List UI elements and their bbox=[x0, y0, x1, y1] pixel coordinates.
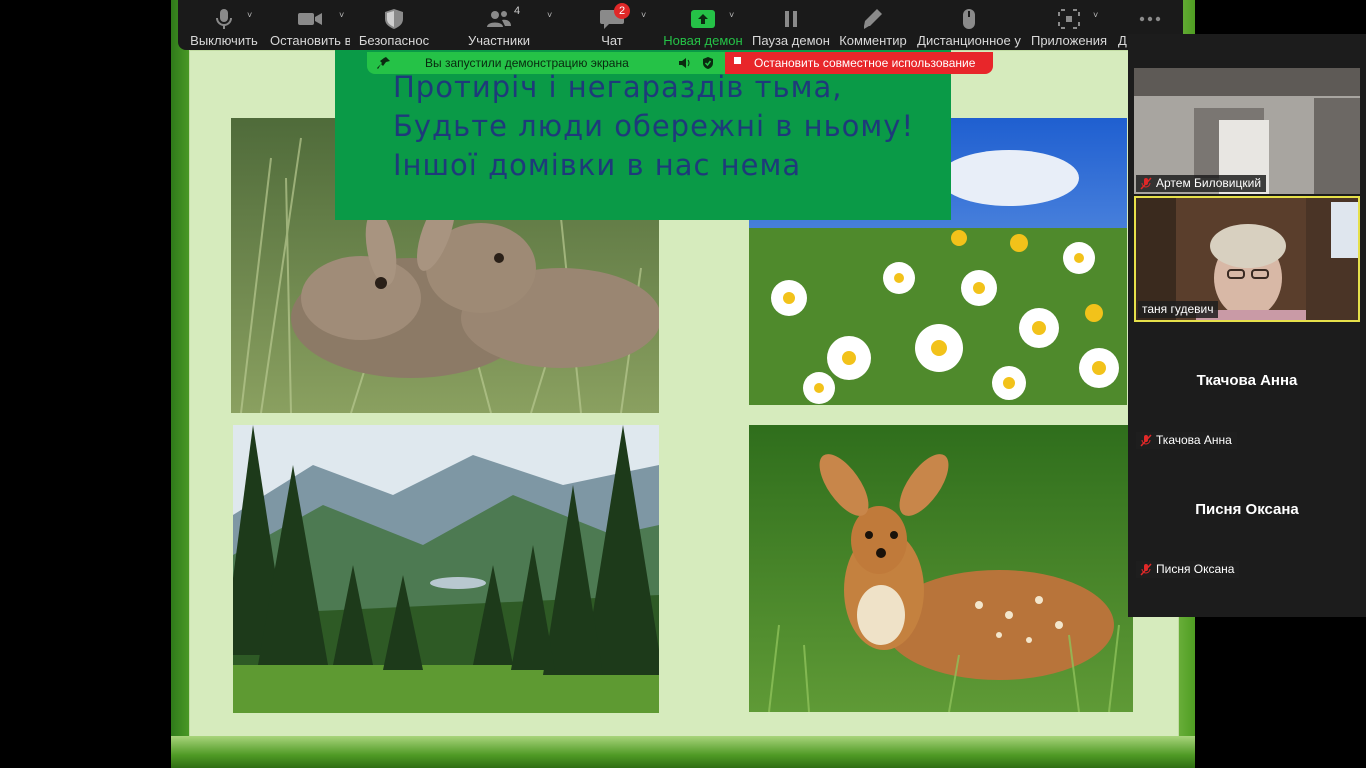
participant-tile[interactable]: Артем Биловицкий bbox=[1134, 68, 1360, 194]
pause-share-label: Пауза демон bbox=[752, 33, 830, 48]
chevron-up-icon[interactable]: ˅ bbox=[1093, 10, 1098, 20]
chat-unread-badge: 2 bbox=[614, 3, 630, 19]
chevron-up-icon[interactable]: ˅ bbox=[547, 10, 552, 20]
shield-check-icon[interactable] bbox=[701, 56, 715, 70]
muted-mic-icon bbox=[1140, 177, 1152, 190]
chat-label: Чат bbox=[601, 33, 623, 48]
participants-icon bbox=[487, 11, 511, 27]
participants-count: 4 bbox=[514, 5, 521, 17]
chevron-up-icon[interactable]: ˅ bbox=[247, 10, 252, 20]
sharing-status-text: Вы запустили демонстрацию экрана bbox=[425, 56, 629, 70]
shared-screen-slide: Протиріч і негараздів тьма, Будьте люди … bbox=[171, 0, 1195, 768]
mute-label: Выключить bbox=[190, 33, 258, 48]
mouse-icon bbox=[963, 9, 975, 29]
participant-gallery: Артем Биловицкий таня гудевич Ткачова Ан… bbox=[1128, 34, 1366, 617]
chevron-up-icon[interactable]: ˅ bbox=[729, 10, 734, 20]
slide-bottom-grass bbox=[171, 736, 1195, 768]
fawn-photo bbox=[749, 425, 1133, 712]
speaker-icon[interactable] bbox=[678, 56, 692, 70]
muted-mic-icon bbox=[1140, 434, 1152, 447]
muted-mic-icon bbox=[1140, 563, 1152, 576]
mountain-forest-photo bbox=[233, 425, 659, 713]
participant-tile[interactable]: Ткачова Анна Ткачова Анна bbox=[1134, 325, 1360, 451]
pause-icon bbox=[785, 11, 797, 27]
stop-video-label: Остановить в bbox=[270, 33, 350, 48]
poem-line-2: Будьте люди обережні в ньому! bbox=[393, 109, 915, 143]
meeting-toolbar: Выключить ˅ Остановить в ˅ Безопаснос Уч… bbox=[178, 0, 1183, 50]
apps-button[interactable]: Приложения bbox=[1030, 0, 1108, 50]
share-screen-icon bbox=[691, 10, 715, 28]
more-icon bbox=[1139, 16, 1160, 22]
stop-square-icon bbox=[734, 57, 741, 64]
security-label: Безопаснос bbox=[358, 33, 430, 48]
stop-video-button[interactable]: Остановить в bbox=[270, 0, 350, 50]
annotate-pencil-icon bbox=[864, 9, 882, 29]
participant-name: таня гудевич bbox=[1142, 302, 1214, 316]
new-share-button[interactable]: Новая демон bbox=[662, 0, 744, 50]
participants-button[interactable]: Участники bbox=[464, 0, 534, 50]
stop-share-button[interactable]: Остановить совместное использование bbox=[725, 52, 993, 74]
mute-button[interactable]: Выключить bbox=[186, 0, 262, 50]
poem-line-3: Іншої домівки в нас нема bbox=[393, 148, 802, 182]
remote-control-label: Дистанционное у bbox=[917, 33, 1021, 48]
chevron-up-icon[interactable]: ˅ bbox=[339, 10, 344, 20]
stop-share-label: Остановить совместное использование bbox=[754, 56, 976, 70]
security-button[interactable]: Безопаснос bbox=[358, 0, 430, 50]
sharing-status-banner[interactable]: Вы запустили демонстрацию экрана bbox=[367, 52, 725, 74]
participant-display-name: Писня Оксана bbox=[1195, 501, 1299, 518]
new-share-label: Новая демон bbox=[663, 33, 743, 48]
participant-name: Писня Оксана bbox=[1156, 562, 1235, 576]
participant-tile-active-speaker[interactable]: таня гудевич bbox=[1134, 196, 1360, 322]
video-camera-icon bbox=[298, 13, 322, 25]
participant-name: Артем Биловицкий bbox=[1156, 176, 1262, 190]
pause-share-button[interactable]: Пауза демон bbox=[752, 0, 830, 50]
participant-tile[interactable]: Писня Оксана Писня Оксана bbox=[1134, 454, 1360, 580]
annotate-label: Комментир bbox=[839, 33, 907, 48]
participant-name-tag: таня гудевич bbox=[1138, 301, 1219, 318]
participant-name-tag: Ткачова Анна bbox=[1136, 432, 1237, 449]
annotate-button[interactable]: Комментир bbox=[836, 0, 910, 50]
remote-control-button[interactable]: Дистанционное у bbox=[916, 0, 1022, 50]
zoom-meeting-window: Протиріч і негараздів тьма, Будьте люди … bbox=[0, 0, 1366, 768]
participants-label: Участники bbox=[467, 33, 531, 48]
poem-text-box: Протиріч і негараздів тьма, Будьте люди … bbox=[335, 50, 951, 220]
apps-icon bbox=[1058, 9, 1080, 29]
participant-display-name: Ткачова Анна bbox=[1196, 372, 1298, 389]
shield-icon bbox=[385, 9, 403, 29]
microphone-icon bbox=[216, 9, 232, 29]
chevron-up-icon[interactable]: ˅ bbox=[641, 10, 646, 20]
participant-name-tag: Писня Оксана bbox=[1136, 561, 1240, 578]
participant-name-tag: Артем Биловицкий bbox=[1136, 175, 1267, 192]
pin-icon[interactable] bbox=[377, 56, 391, 70]
participant-name: Ткачова Анна bbox=[1156, 433, 1232, 447]
apps-label: Приложения bbox=[1030, 33, 1108, 48]
chat-button[interactable]: Чат bbox=[582, 0, 642, 50]
